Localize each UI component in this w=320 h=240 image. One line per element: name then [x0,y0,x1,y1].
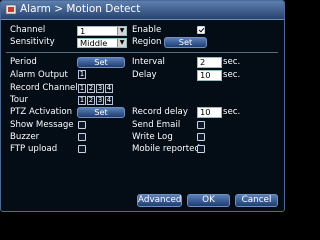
tour-channel-2[interactable]: 2 [87,96,95,105]
ftp-upload-checkbox[interactable] [78,145,86,153]
record-channel-3[interactable]: 3 [96,84,104,93]
buzzer-label: Buzzer [10,132,40,142]
period-set-button[interactable]: Set [77,57,125,68]
ftp-upload-label: FTP upload [10,144,58,154]
alarm-icon [5,4,17,15]
delay-input[interactable]: 10 [197,70,222,81]
tour-channel-3[interactable]: 3 [96,96,104,105]
write-log-checkbox[interactable] [197,133,205,141]
channel-label: Channel [10,25,46,35]
region-label: Region [132,37,162,47]
advanced-button[interactable]: Advanced [137,194,182,207]
mobile-reported-label: Mobile reported [132,144,200,154]
show-message-checkbox[interactable] [78,121,86,129]
record-delay-input[interactable]: 10 [197,107,222,118]
sensitivity-value: Middle [80,38,108,48]
buzzer-checkbox[interactable] [78,133,86,141]
record-channel-1[interactable]: 1 [78,84,86,93]
sensitivity-label: Sensitivity [10,37,55,47]
cancel-button[interactable]: Cancel [235,194,278,207]
chevron-down-icon: ▼ [117,39,126,47]
enable-checkbox[interactable] [197,26,205,34]
delay-value: 10 [200,70,211,80]
motion-detect-window: Alarm > Motion Detect Channel 1 ▼ Enable… [0,0,285,212]
period-label: Period [10,57,37,67]
interval-unit: sec. [223,57,241,67]
interval-value: 2 [200,57,206,67]
send-email-checkbox[interactable] [197,121,205,129]
enable-label: Enable [132,25,162,35]
record-delay-label: Record delay [132,107,188,117]
record-channel-2[interactable]: 2 [87,84,95,93]
window-title: Alarm > Motion Detect [20,3,141,15]
title-bar: Alarm > Motion Detect [1,1,284,20]
write-log-label: Write Log [132,132,173,142]
record-channel-label: Record Channel [10,83,78,93]
tour-label: Tour [10,95,29,105]
interval-input[interactable]: 2 [197,57,222,68]
ok-button[interactable]: OK [187,194,230,207]
record-delay-unit: sec. [223,107,241,117]
tour-channel-1[interactable]: 1 [78,96,86,105]
alarm-output-channel-1[interactable]: 1 [78,70,86,79]
alarm-output-label: Alarm Output [10,70,68,80]
sensitivity-select[interactable]: Middle ▼ [77,38,127,48]
delay-label: Delay [132,70,157,80]
channel-select[interactable]: 1 ▼ [77,26,127,36]
show-message-label: Show Message [10,120,74,130]
record-channel-4[interactable]: 4 [105,84,113,93]
region-set-button[interactable]: Set [164,37,207,48]
chevron-down-icon: ▼ [117,27,126,35]
delay-unit: sec. [223,70,241,80]
ptz-set-button[interactable]: Set [77,107,125,118]
divider [6,52,278,53]
send-email-label: Send Email [132,120,181,130]
record-delay-value: 10 [200,107,211,117]
mobile-reported-checkbox[interactable] [197,145,205,153]
channel-value: 1 [80,26,86,36]
interval-label: Interval [132,57,165,67]
ptz-activation-label: PTZ Activation [10,107,73,117]
tour-channel-4[interactable]: 4 [105,96,113,105]
